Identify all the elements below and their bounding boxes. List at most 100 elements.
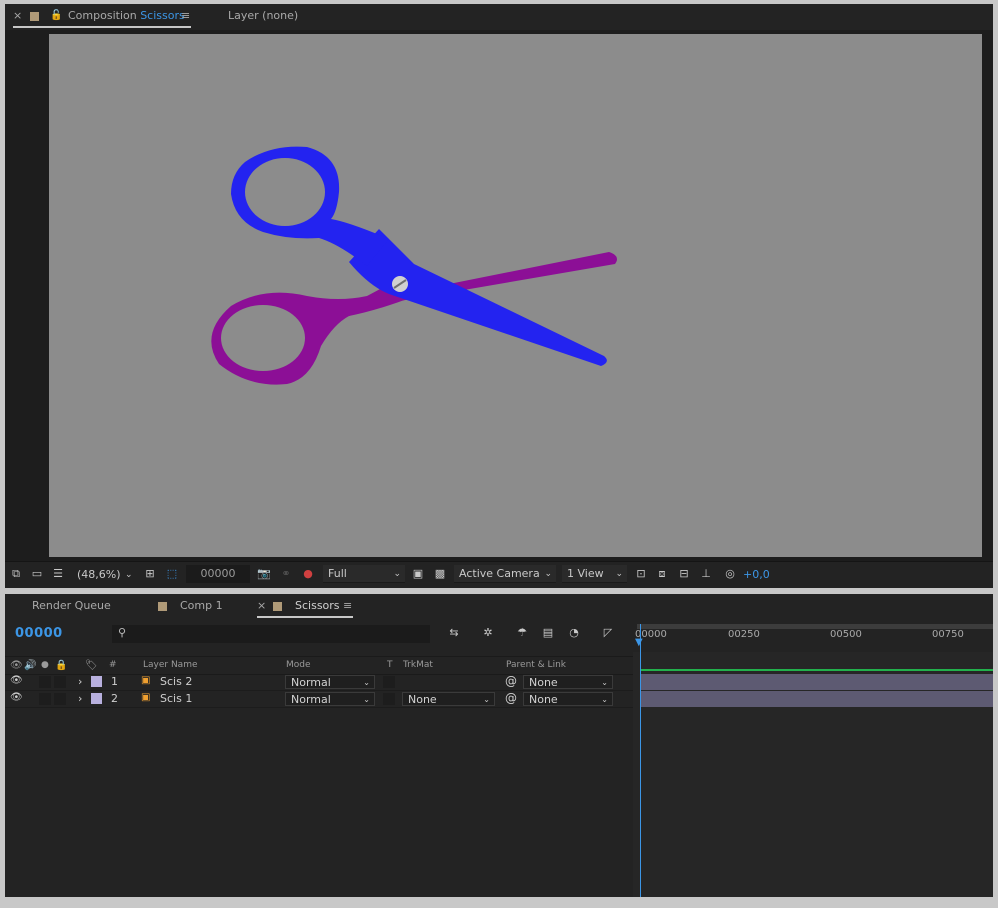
layer-search-input[interactable]: ⚲ xyxy=(112,625,430,643)
tab-render-queue[interactable]: Render Queue xyxy=(32,594,111,618)
view-layout-select[interactable]: 1 View ⌄ xyxy=(562,565,627,583)
column-number: # xyxy=(109,660,117,670)
grid-icon[interactable]: ⊞ xyxy=(143,567,157,581)
lock-toggle[interactable] xyxy=(54,693,66,705)
eye-icon[interactable]: 👁 xyxy=(10,660,23,671)
chevron-down-icon: ⌄ xyxy=(601,678,608,687)
hide-shy-layers-icon[interactable]: ☂ xyxy=(515,626,529,640)
tab-scissors[interactable]: Scissors xyxy=(295,594,340,618)
preserve-transparency-toggle[interactable] xyxy=(383,693,395,705)
preserve-transparency-toggle[interactable] xyxy=(383,676,395,688)
timeline-tab-bar: Render Queue Comp 1 × Scissors ≡ xyxy=(5,594,993,620)
color-channels-icon[interactable]: ● xyxy=(301,567,315,581)
transparency-grid-icon[interactable]: ⬚ xyxy=(165,567,179,581)
track-matte-value: None xyxy=(408,693,437,706)
solo-toggle[interactable] xyxy=(39,676,51,688)
label-color-swatch[interactable] xyxy=(91,693,102,704)
playhead-handle-icon[interactable]: ▼ xyxy=(635,637,643,648)
viewer-toolbar: ⧉ ▭ ☰ (48,6%) ⌄ ⊞ ⬚ 00000 📷 ⚭ ● Full ⌄ ▣… xyxy=(5,561,993,588)
monitor-icon[interactable]: ▭ xyxy=(30,567,44,581)
show-snapshot-icon[interactable]: ⚭ xyxy=(279,567,293,581)
composition-layer-icon: ▣ xyxy=(141,675,151,686)
expand-chevron-icon[interactable]: › xyxy=(78,675,82,688)
lock-icon[interactable]: 🔒 xyxy=(55,660,67,671)
motion-blur-icon[interactable]: ◔ xyxy=(567,626,581,640)
time-ruler[interactable]: 00000 00250 00500 00750 xyxy=(633,620,993,652)
layer-name[interactable]: Scis 1 xyxy=(160,692,192,705)
layer-name[interactable]: Scis 2 xyxy=(160,675,192,688)
panel-menu-icon[interactable]: ≡ xyxy=(343,594,352,618)
camera-select[interactable]: Active Camera ⌄ xyxy=(454,565,556,583)
column-t: T xyxy=(387,660,393,670)
always-preview-icon[interactable]: ⧉ xyxy=(9,567,23,581)
timecode-field[interactable]: 00000 xyxy=(186,565,250,583)
expand-chevron-icon[interactable]: › xyxy=(78,692,82,705)
chevron-down-icon[interactable]: ⌄ xyxy=(125,567,133,583)
composition-tab-bar: × 🔓 Composition Scissors ≡ Layer (none) xyxy=(5,4,993,30)
chevron-down-icon: ⌄ xyxy=(615,569,623,579)
parent-value: None xyxy=(529,693,558,706)
lock-icon[interactable]: 🔓 xyxy=(50,4,62,28)
toggle-pixel-aspect-icon[interactable]: ⊡ xyxy=(634,567,648,581)
scissors-screw xyxy=(392,276,408,292)
composition-panel: × 🔓 Composition Scissors ≡ Layer (none) xyxy=(5,4,993,588)
composition-swatch-icon xyxy=(30,4,39,28)
flowchart-icon[interactable]: ⊥ xyxy=(699,567,713,581)
ruler-tick-label: 00750 xyxy=(932,629,964,640)
parent-pickwhip-icon[interactable]: @ xyxy=(505,691,517,705)
active-tab-indicator xyxy=(257,616,353,618)
parent-select[interactable]: None ⌄ xyxy=(523,692,613,706)
visibility-eye-icon[interactable]: 👁 xyxy=(10,692,23,703)
draft-3d-icon[interactable]: ✲ xyxy=(481,626,495,640)
playhead[interactable]: ▼ xyxy=(635,624,643,897)
current-time-display[interactable]: 00000 xyxy=(15,626,63,641)
exposure-value[interactable]: +0,0 xyxy=(743,567,770,583)
track-matte-select[interactable]: None ⌄ xyxy=(402,692,495,706)
fast-previews-icon[interactable]: ⧈ xyxy=(655,567,669,581)
visibility-eye-icon[interactable]: 👁 xyxy=(10,675,23,686)
chevron-down-icon: ⌄ xyxy=(363,678,370,687)
column-layer-name[interactable]: Layer Name xyxy=(143,660,198,670)
audio-icon[interactable]: 🔊 xyxy=(24,660,36,671)
label-tag-icon[interactable]: 🏷 xyxy=(85,660,98,671)
exposure-reset-icon[interactable]: ◎ xyxy=(723,567,737,581)
layer-row[interactable]: 👁 › 1 ▣ Scis 2 Normal ⌄ @ None ⌄ xyxy=(5,674,633,691)
zoom-level[interactable]: (48,6%) xyxy=(77,567,121,583)
layer-duration-bar[interactable] xyxy=(640,674,993,690)
blend-mode-value: Normal xyxy=(291,676,331,689)
blend-mode-select[interactable]: Normal ⌄ xyxy=(285,692,375,706)
parent-pickwhip-icon[interactable]: @ xyxy=(505,674,517,688)
column-parent: Parent & Link xyxy=(506,660,566,670)
checkerboard-icon[interactable]: ▩ xyxy=(433,567,447,581)
blend-mode-select[interactable]: Normal ⌄ xyxy=(285,675,375,689)
close-tab-button[interactable]: × xyxy=(257,594,266,618)
frame-blending-icon[interactable]: ▤ xyxy=(541,626,555,640)
timeline-panel: Render Queue Comp 1 × Scissors ≡ 00000 ⚲… xyxy=(5,594,993,897)
tab-layer[interactable]: Layer (none) xyxy=(228,4,298,28)
view-layout-value: 1 View xyxy=(567,567,604,580)
layer-duration-bar[interactable] xyxy=(640,691,993,707)
mask-icon[interactable]: ☰ xyxy=(51,567,65,581)
tab-composition[interactable]: Composition Scissors xyxy=(68,4,185,28)
layer-index: 1 xyxy=(111,675,118,688)
timeline-track-area[interactable]: 00000 00250 00500 00750 ▼ xyxy=(633,620,993,897)
layer-index: 2 xyxy=(111,692,118,705)
blend-mode-value: Normal xyxy=(291,693,331,706)
close-tab-button[interactable]: × xyxy=(13,4,22,28)
resolution-select[interactable]: Full ⌄ xyxy=(323,565,405,583)
panel-menu-icon[interactable]: ≡ xyxy=(181,4,190,28)
tab-comp-1[interactable]: Comp 1 xyxy=(180,594,223,618)
label-color-swatch[interactable] xyxy=(91,676,102,687)
lock-toggle[interactable] xyxy=(54,676,66,688)
region-of-interest-icon[interactable]: ▣ xyxy=(411,567,425,581)
layer-row[interactable]: 👁 › 2 ▣ Scis 1 Normal ⌄ None ⌄ @ None ⌄ xyxy=(5,691,633,708)
solo-icon[interactable]: ● xyxy=(41,660,49,670)
composition-viewer[interactable] xyxy=(49,34,982,557)
parent-select[interactable]: None ⌄ xyxy=(523,675,613,689)
resolution-value: Full xyxy=(328,567,347,580)
graph-editor-icon[interactable]: ◸ xyxy=(601,626,615,640)
comp-mini-flowchart-icon[interactable]: ⇆ xyxy=(447,626,461,640)
timeline-icon[interactable]: ⊟ xyxy=(677,567,691,581)
snapshot-camera-icon[interactable]: 📷 xyxy=(257,567,271,581)
solo-toggle[interactable] xyxy=(39,693,51,705)
